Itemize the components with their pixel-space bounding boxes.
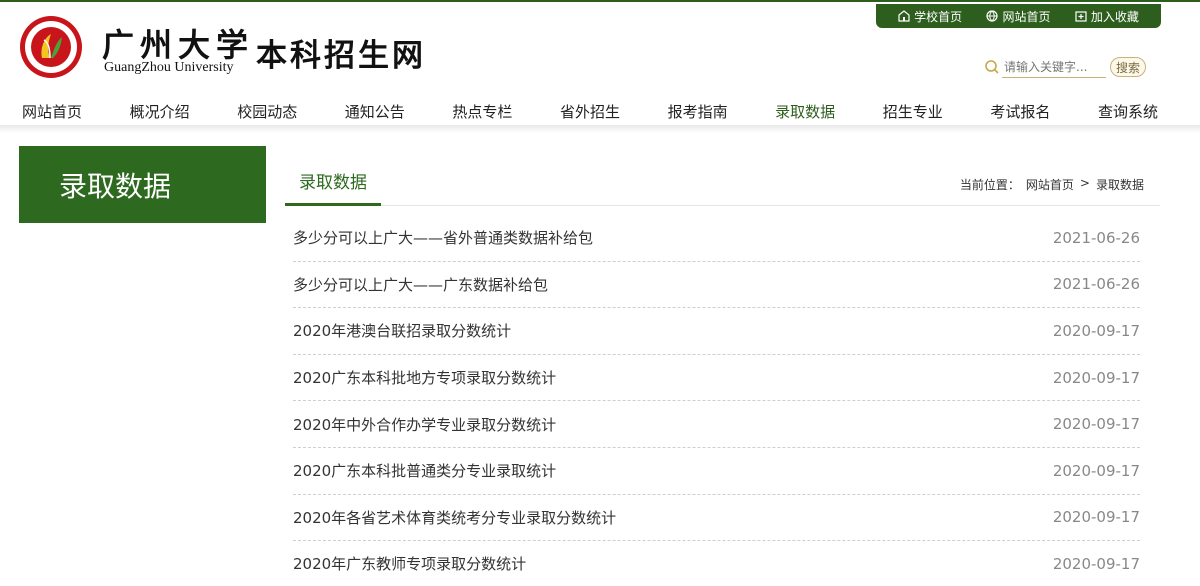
quick-link-bookmark[interactable]: 加入收藏: [1075, 8, 1139, 25]
list-item[interactable]: 2020年广东教师专项录取分数统计 2020-09-17: [293, 541, 1140, 586]
search-icon: [985, 60, 999, 74]
item-date: 2020-09-17: [1052, 368, 1140, 387]
nav-item-campus-news[interactable]: 校园动态: [235, 100, 299, 124]
item-date: 2021-06-26: [1052, 228, 1140, 247]
list-item[interactable]: 多少分可以上广大——省外普通类数据补给包 2021-06-26: [293, 215, 1140, 262]
nav-item-home[interactable]: 网站首页: [20, 100, 84, 124]
header-shadow: [0, 125, 1200, 133]
quick-link-label: 加入收藏: [1090, 9, 1139, 24]
item-date: 2021-06-26: [1052, 275, 1140, 294]
breadcrumb-prefix: 当前位置：: [959, 178, 1020, 192]
item-title[interactable]: 2020广东本科批地方专项录取分数统计: [293, 367, 556, 388]
list-item[interactable]: 2020年港澳台联招录取分数统计 2020-09-17: [293, 308, 1140, 355]
university-name-en: GuangZhou University: [104, 60, 234, 75]
nav-item-hot-topics[interactable]: 热点专栏: [450, 100, 514, 124]
nav-item-out-of-province[interactable]: 省外招生: [558, 100, 622, 124]
item-title[interactable]: 多少分可以上广大——广东数据补给包: [293, 274, 548, 295]
quick-link-label: 学校首页: [914, 9, 963, 24]
globe-icon: [986, 10, 999, 22]
list-item[interactable]: 2020广东本科批普通类分专业录取统计 2020-09-17: [293, 448, 1140, 495]
main-nav: 网站首页 概况介绍 校园动态 通知公告 热点专栏 省外招生 报考指南 录取数据 …: [20, 100, 1160, 124]
item-title[interactable]: 2020年广东教师专项录取分数统计: [293, 553, 526, 574]
article-list: 多少分可以上广大——省外普通类数据补给包 2021-06-26 多少分可以上广大…: [293, 215, 1140, 586]
breadcrumb: 当前位置： 网站首页 > 录取数据: [960, 176, 1144, 193]
item-title[interactable]: 2020年港澳台联招录取分数统计: [293, 320, 511, 341]
list-item[interactable]: 2020年各省艺术体育类统考分专业录取分数统计 2020-09-17: [293, 495, 1140, 542]
item-date: 2020-09-17: [1052, 461, 1140, 480]
quick-link-site-home[interactable]: 网站首页: [986, 8, 1051, 25]
header: 广州大学 GuangZhou University 本科招生网 学校首页 网站首…: [0, 2, 1200, 125]
search-input[interactable]: [1002, 56, 1106, 78]
site-name: 本科招生网: [256, 38, 426, 74]
item-date: 2020-09-17: [1052, 554, 1140, 573]
item-title[interactable]: 2020年各省艺术体育类统考分专业录取分数统计: [293, 507, 616, 528]
item-date: 2020-09-17: [1052, 415, 1140, 434]
quick-link-school-home[interactable]: 学校首页: [898, 8, 962, 25]
nav-item-guide[interactable]: 报考指南: [666, 100, 730, 124]
item-date: 2020-09-17: [1052, 508, 1140, 527]
nav-item-query-system[interactable]: 查询系统: [1096, 100, 1160, 124]
content-tab[interactable]: 录取数据: [285, 166, 381, 206]
content-header: 录取数据 当前位置： 网站首页 > 录取数据: [285, 166, 1160, 206]
nav-item-admission-data[interactable]: 录取数据: [773, 100, 837, 124]
university-logo-icon[interactable]: [20, 16, 82, 78]
item-title[interactable]: 2020年中外合作办学专业录取分数统计: [293, 414, 556, 435]
nav-item-overview[interactable]: 概况介绍: [128, 100, 192, 124]
sidebar-title: 录取数据: [19, 146, 266, 223]
nav-item-exam-registration[interactable]: 考试报名: [988, 100, 1052, 124]
list-item[interactable]: 2020广东本科批地方专项录取分数统计 2020-09-17: [293, 355, 1140, 402]
list-item[interactable]: 多少分可以上广大——广东数据补给包 2021-06-26: [293, 262, 1140, 309]
quick-links-bar: 学校首页 网站首页 加入收藏: [876, 4, 1161, 28]
breadcrumb-current-link[interactable]: 录取数据: [1096, 176, 1144, 193]
search-button[interactable]: 搜索: [1110, 57, 1146, 77]
list-item[interactable]: 2020年中外合作办学专业录取分数统计 2020-09-17: [293, 401, 1140, 448]
item-date: 2020-09-17: [1052, 321, 1140, 340]
item-title[interactable]: 2020广东本科批普通类分专业录取统计: [293, 460, 556, 481]
school-icon: [898, 10, 910, 22]
breadcrumb-separator: >: [1079, 176, 1090, 190]
bookmark-icon: [1075, 11, 1087, 22]
quick-link-label: 网站首页: [1002, 9, 1051, 24]
nav-item-majors[interactable]: 招生专业: [881, 100, 945, 124]
nav-item-notices[interactable]: 通知公告: [343, 100, 407, 124]
breadcrumb-home-link[interactable]: 网站首页: [1026, 176, 1074, 193]
search-box: 搜索: [984, 55, 1160, 79]
item-title[interactable]: 多少分可以上广大——省外普通类数据补给包: [293, 227, 593, 248]
